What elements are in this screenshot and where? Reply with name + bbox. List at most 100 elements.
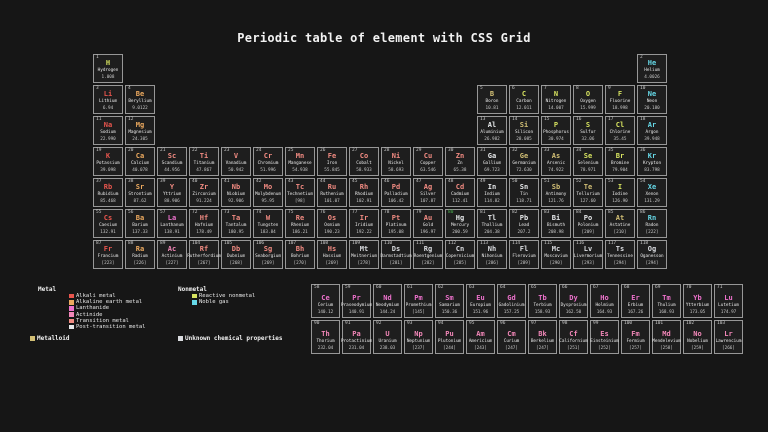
element-symbol: Pu	[445, 331, 453, 338]
atomic-number: 45	[352, 180, 357, 185]
element-name: Xenon	[646, 193, 659, 197]
atomic-number: 27	[352, 149, 357, 154]
element-symbol: Cl	[616, 122, 624, 129]
atomic-mass: [282]	[422, 262, 435, 266]
element-name: Yttrium	[163, 193, 181, 197]
element-symbol: Se	[584, 153, 592, 160]
atomic-number: 12	[128, 118, 133, 123]
element-n: 7NNitrogen14.007	[541, 85, 571, 114]
element-symbol: Te	[584, 184, 592, 191]
element-name: Cerium	[318, 304, 334, 308]
atomic-mass: 50.942	[228, 169, 244, 173]
element-symbol: Co	[360, 153, 368, 160]
element-hg: 80HgMercury200.59	[445, 209, 475, 238]
element-mg: 12MgMagnesium24.305	[125, 116, 155, 145]
element-he: 2HeHelium4.0026	[637, 54, 667, 83]
atomic-number: 104	[192, 242, 200, 247]
atomic-mass: 1.008	[102, 76, 115, 80]
element-symbol: Rh	[360, 184, 368, 191]
element-symbol: Ru	[328, 184, 336, 191]
atomic-number: 94	[438, 322, 443, 327]
element-rh: 45RhRhodium102.91	[349, 178, 379, 207]
element-symbol: Mc	[552, 246, 560, 253]
element-name: Lutetium	[718, 304, 739, 308]
element-name: Actinium	[162, 255, 183, 259]
element-name: Barium	[132, 224, 148, 228]
element-name: Samarium	[439, 304, 460, 308]
atomic-number: 106	[256, 242, 264, 247]
element-rg: 111RgRoentgenium[282]	[413, 240, 443, 269]
element-name: Ruthenium	[320, 193, 343, 197]
atomic-mass: 168.93	[659, 311, 675, 315]
element-am: 95AmAmericium[243]	[466, 320, 495, 354]
legend-item-label: Noble gas	[199, 299, 229, 305]
element-name: Nitrogen	[546, 100, 567, 104]
atomic-number: 78	[384, 211, 389, 216]
metalloid-swatch	[30, 336, 35, 341]
atomic-number: 37	[96, 180, 101, 185]
atomic-number: 15	[544, 118, 549, 123]
element-name: Palladium	[384, 193, 407, 197]
element-symbol: Mo	[264, 184, 272, 191]
element-hf: 72HfHafnium178.49	[189, 209, 219, 238]
element-symbol: Sg	[264, 246, 272, 253]
element-symbol: In	[488, 184, 496, 191]
element-symbol: C	[522, 91, 526, 98]
element-symbol: Zn	[456, 153, 464, 160]
element-ge: 32GeGermanium72.630	[509, 147, 539, 176]
atomic-mass: [247]	[505, 347, 518, 351]
element-symbol: Ne	[648, 91, 656, 98]
element-name: Tellurium	[576, 193, 599, 197]
atomic-number: 97	[531, 322, 536, 327]
atomic-number: 6	[512, 87, 515, 92]
element-symbol: Ir	[360, 215, 368, 222]
element-name: Vanadium	[226, 162, 247, 166]
atomic-mass: [290]	[550, 262, 563, 266]
element-symbol: Po	[584, 215, 592, 222]
element-name: Nickel	[388, 162, 404, 166]
element-symbol: Pb	[520, 215, 528, 222]
element-cs: 55CsCaesium132.91	[93, 209, 123, 238]
element-rf: 104RfRutherfordium[267]	[189, 240, 219, 269]
legend-item-metalloid: Metalloid	[30, 335, 70, 342]
atomic-number: 51	[544, 180, 549, 185]
element-symbol: Be	[136, 91, 144, 98]
element-name: Plutonium	[438, 340, 461, 344]
element-name: Copernicium	[446, 255, 474, 259]
element-tc: 43TcTechnetium[98]	[285, 178, 315, 207]
element-name: Scandium	[162, 162, 183, 166]
element-symbol: H	[106, 60, 110, 67]
element-symbol: V	[234, 153, 238, 160]
atomic-number: 48	[448, 180, 453, 185]
atomic-number: 83	[544, 211, 549, 216]
legend-item-label: Post-transition metal	[76, 324, 146, 330]
element-ds: 110DsDarmstadtium[281]	[381, 240, 411, 269]
atomic-number: 118	[640, 242, 648, 247]
atomic-mass: 137.33	[132, 231, 148, 235]
atomic-number: 77	[352, 211, 357, 216]
element-name: Neon	[647, 100, 657, 104]
atomic-number: 79	[416, 211, 421, 216]
element-mn: 25MnManganese54.938	[285, 147, 315, 176]
element-symbol: Ge	[520, 153, 528, 160]
atomic-number: 100	[624, 322, 632, 327]
element-tm: 69TmThulium168.93	[652, 284, 681, 318]
atomic-mass: 91.224	[196, 200, 212, 204]
lanthanide-swatch	[69, 306, 74, 311]
atomic-mass: 126.90	[612, 200, 628, 204]
atomic-number: 84	[576, 211, 581, 216]
atomic-number: 82	[512, 211, 517, 216]
element-symbol: Cn	[456, 246, 464, 253]
atomic-number: 10	[640, 87, 645, 92]
atomic-number: 32	[512, 149, 517, 154]
element-name: Chromium	[258, 162, 279, 166]
element-name: Rhodium	[355, 193, 373, 197]
atomic-number: 19	[96, 149, 101, 154]
atomic-number: 93	[407, 322, 412, 327]
element-name: Iron	[327, 162, 337, 166]
element-name: Tin	[520, 193, 528, 197]
element-symbol: Md	[662, 331, 670, 338]
atomic-mass: [269]	[262, 262, 275, 266]
atomic-number: 40	[192, 180, 197, 185]
element-name: Oxygen	[580, 100, 596, 104]
